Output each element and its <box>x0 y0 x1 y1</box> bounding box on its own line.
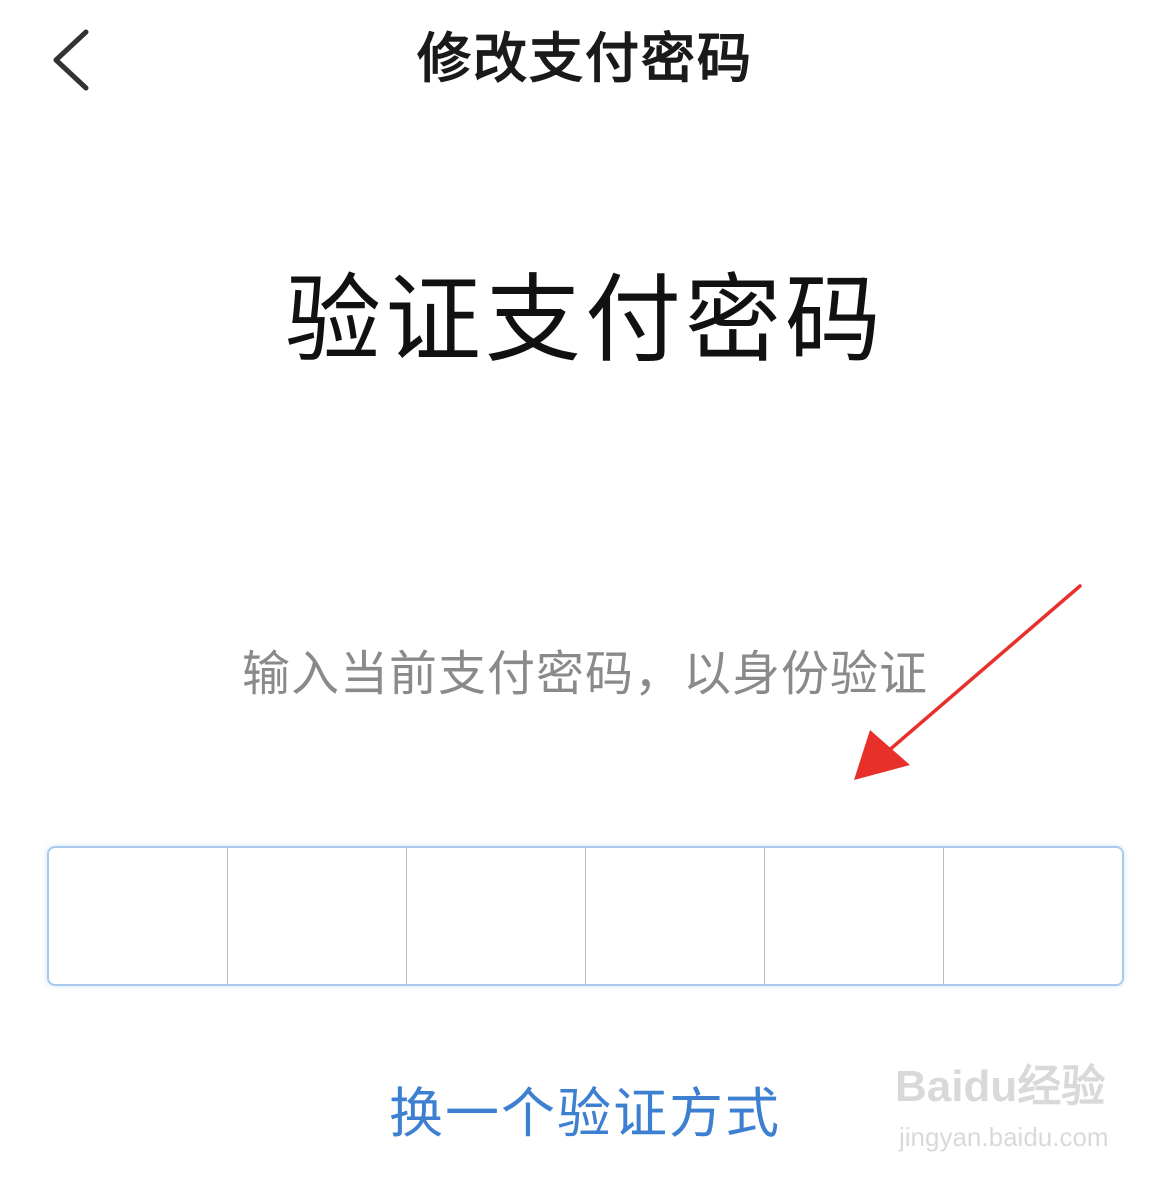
pin-digit-3[interactable] <box>407 848 586 984</box>
pin-input[interactable] <box>47 846 1124 986</box>
verify-heading: 验证支付密码 <box>285 264 885 376</box>
pin-digit-5[interactable] <box>765 848 944 984</box>
watermark-brand: Baidu经验 <box>895 1062 1106 1111</box>
annotation-arrow-icon <box>854 584 1082 780</box>
navigation-bar: 修改支付密码 <box>0 0 1170 120</box>
pin-digit-1[interactable] <box>49 848 228 984</box>
baidu-watermark: Baidu经验 jingyan.baidu.com <box>895 1050 1115 1160</box>
pin-digit-6[interactable] <box>944 848 1122 984</box>
page-title: 修改支付密码 <box>417 27 753 90</box>
pin-digit-2[interactable] <box>228 848 407 984</box>
pin-digit-4[interactable] <box>586 848 765 984</box>
watermark-site: jingyan.baidu.com <box>899 1122 1109 1152</box>
